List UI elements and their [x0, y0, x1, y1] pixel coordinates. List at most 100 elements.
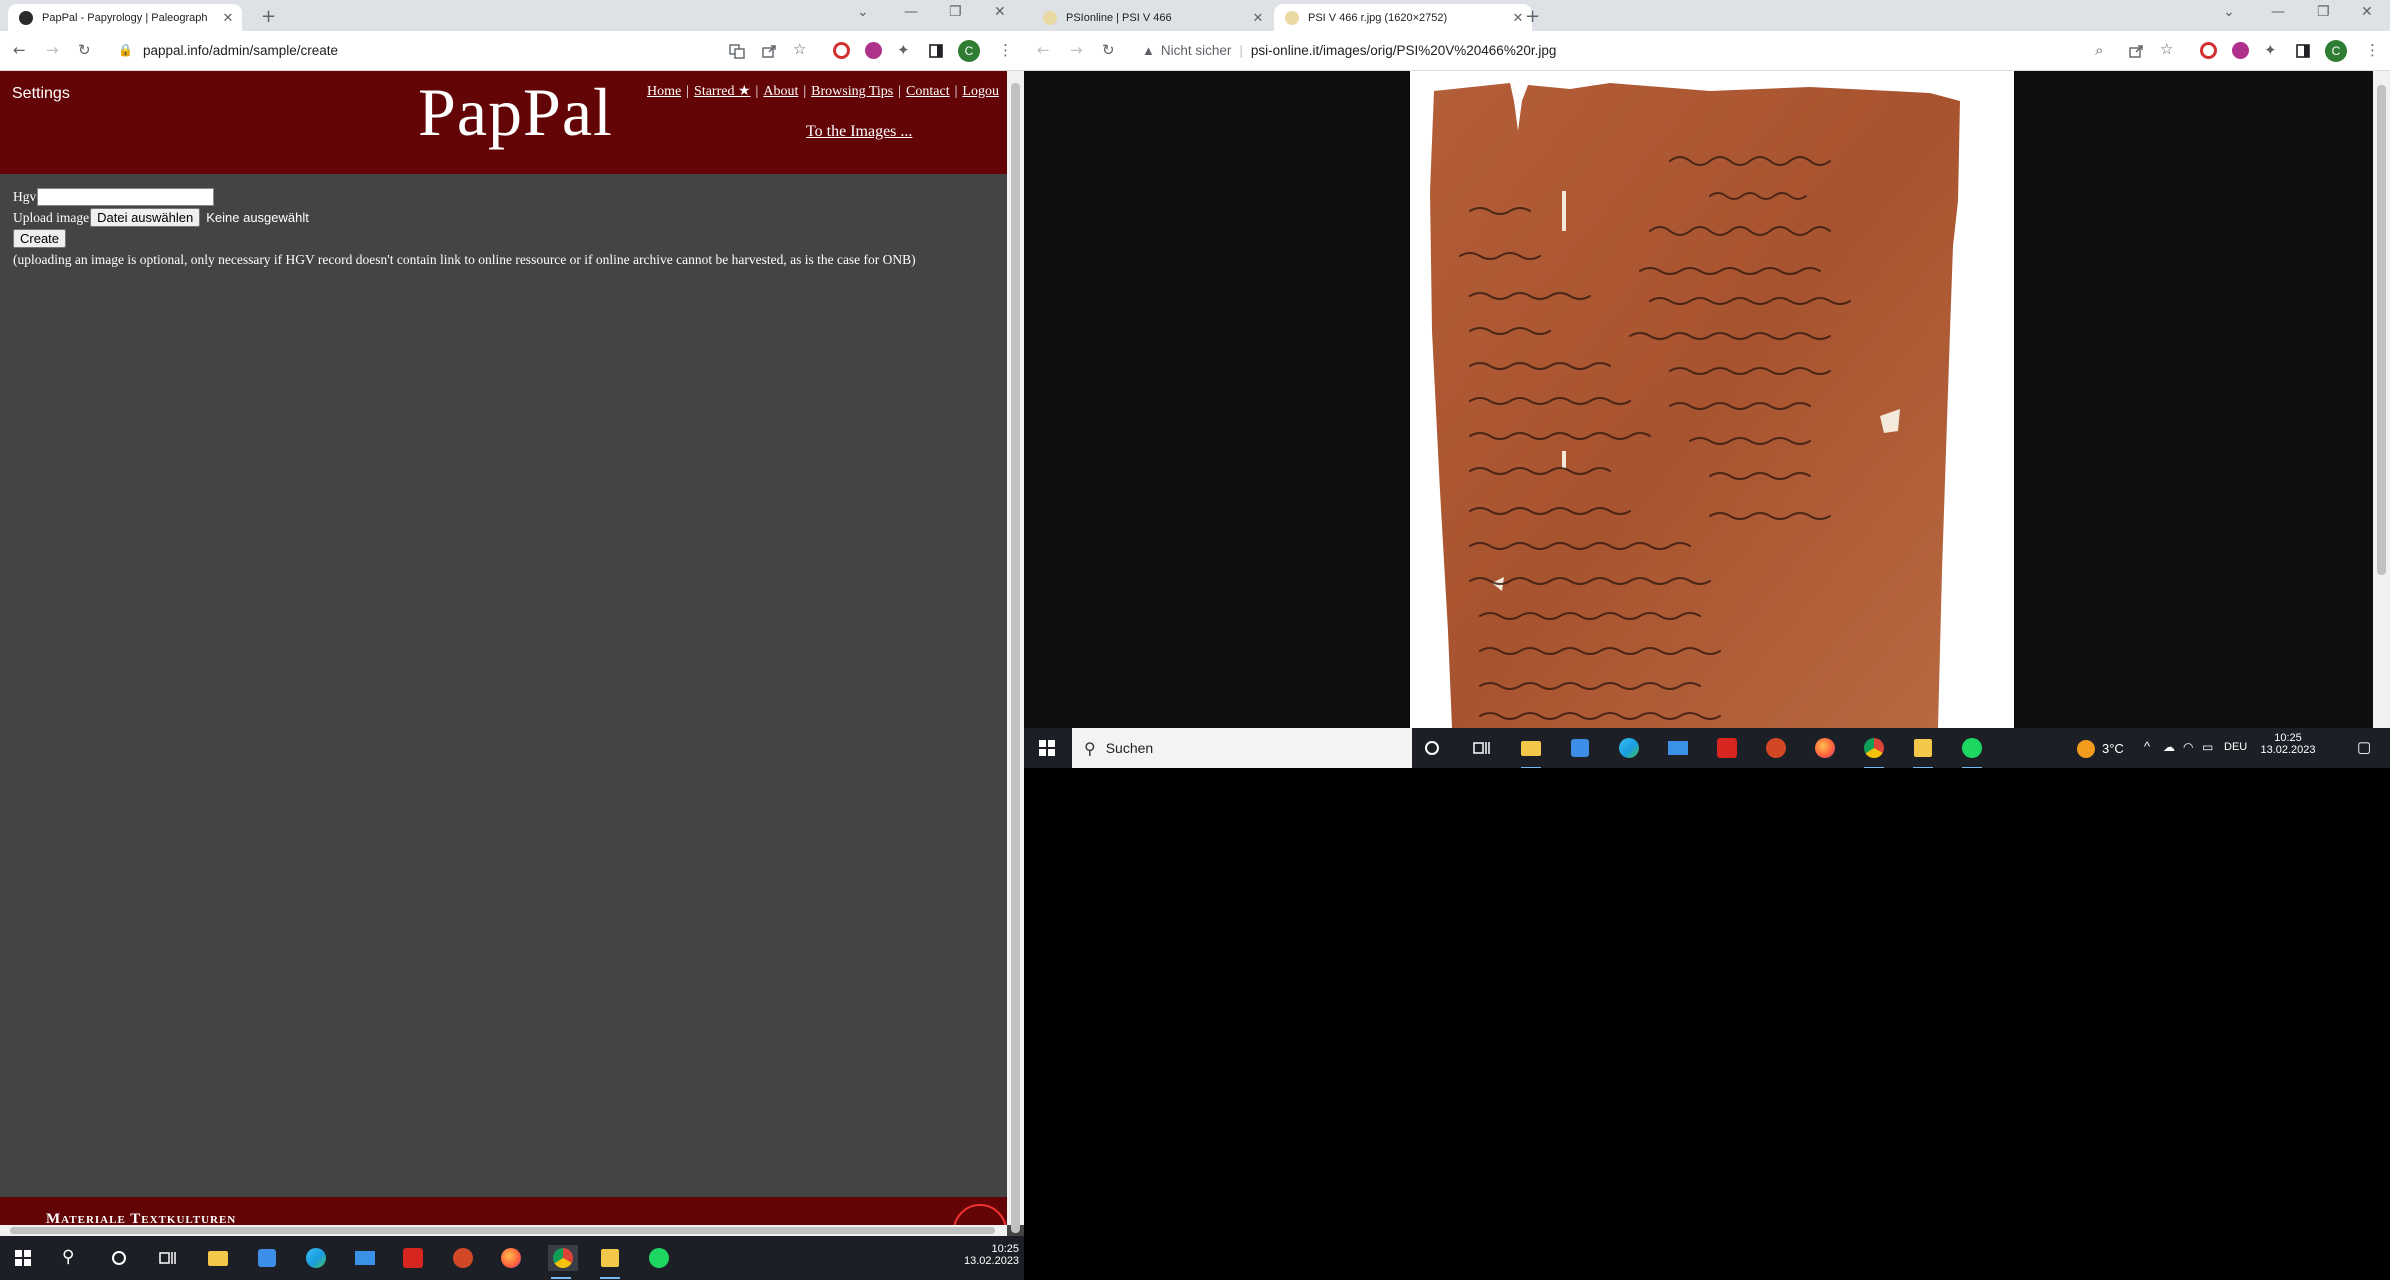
new-tab-icon[interactable]: +	[1525, 6, 1540, 27]
bookmark-star-icon[interactable]: ☆	[2160, 40, 2173, 58]
spotify-icon[interactable]	[1959, 735, 1985, 768]
profile-avatar[interactable]: C	[958, 40, 980, 62]
close-window-icon[interactable]: ✕	[994, 4, 1006, 20]
bookmark-star-icon[interactable]: ☆	[793, 40, 806, 58]
task-view-icon[interactable]	[159, 1250, 176, 1266]
hgv-input[interactable]	[37, 187, 215, 206]
nav-browsing-tips[interactable]: Browsing Tips	[811, 84, 893, 99]
tab-pappal[interactable]: PapPal - Papyrology | Paleograph ✕	[8, 4, 242, 31]
network-wifi-icon[interactable]: ◠	[2183, 740, 2193, 754]
tray-onedrive-icon[interactable]: ☁	[2163, 740, 2175, 754]
extension-red-icon[interactable]	[833, 42, 850, 59]
chevron-down-icon[interactable]: ⌄	[857, 4, 869, 20]
close-tab-icon[interactable]: ✕	[1510, 10, 1526, 26]
side-panel-icon[interactable]	[2295, 43, 2311, 59]
reload-icon[interactable]: ↻	[78, 41, 91, 59]
edge-icon[interactable]	[303, 1245, 329, 1271]
create-button[interactable]: Create	[13, 229, 67, 248]
back-icon[interactable]: ←	[1037, 41, 1050, 59]
back-icon[interactable]: ←	[13, 41, 26, 59]
left-clock[interactable]: 10:25 13.02.2023	[964, 1243, 1019, 1267]
menu-kebab-icon[interactable]: ⋮	[2365, 41, 2380, 59]
task-view-icon[interactable]	[1473, 740, 1490, 756]
store-icon[interactable]	[254, 1245, 280, 1271]
menu-kebab-icon[interactable]: ⋮	[998, 41, 1013, 59]
address-bar[interactable]: 🔒 pappal.info/admin/sample/create	[106, 35, 806, 65]
right-vertical-scrollbar[interactable]	[2373, 71, 2390, 728]
mail-icon[interactable]	[1665, 735, 1691, 761]
zoom-icon[interactable]: ⌕	[2095, 41, 2103, 59]
pappal-logo[interactable]: PapPal	[418, 73, 613, 152]
minimize-icon[interactable]: —	[904, 4, 918, 20]
security-label[interactable]: Nicht sicher	[1161, 43, 1232, 58]
share-icon[interactable]	[761, 43, 777, 59]
close-tab-icon[interactable]: ✕	[1250, 10, 1266, 26]
close-window-icon[interactable]: ✕	[2361, 4, 2373, 20]
to-the-images-link[interactable]: To the Images ...	[806, 123, 912, 141]
translate-icon[interactable]	[729, 43, 745, 59]
left-horizontal-scrollbar[interactable]	[0, 1225, 1007, 1236]
nav-starred[interactable]: Starred ★	[694, 84, 750, 99]
forward-icon[interactable]: →	[46, 41, 59, 59]
close-tab-icon[interactable]: ✕	[220, 10, 236, 26]
extension-purple-icon[interactable]	[865, 42, 882, 59]
chrome-taskbar-icon[interactable]	[548, 1245, 578, 1279]
restore-icon[interactable]: ❐	[949, 4, 962, 20]
chrome-taskbar-icon[interactable]	[1861, 735, 1887, 768]
windows-start-icon[interactable]	[1039, 740, 1055, 756]
reload-icon[interactable]: ↻	[1102, 41, 1115, 59]
nav-home[interactable]: Home	[647, 84, 681, 99]
left-vertical-scrollbar[interactable]	[1007, 71, 1024, 1233]
extensions-puzzle-icon[interactable]: ✦	[897, 41, 910, 59]
profile-avatar[interactable]: C	[2325, 40, 2347, 62]
acrobat-icon[interactable]	[1714, 735, 1740, 761]
restore-icon[interactable]: ❐	[2317, 4, 2330, 20]
file-status: Keine ausgewählt	[206, 210, 309, 225]
nav-about[interactable]: About	[763, 84, 798, 99]
taskbar-search-box[interactable]: ⚲ Suchen	[1072, 728, 1412, 768]
battery-icon[interactable]: ▭	[2202, 740, 2213, 754]
powerpoint-icon[interactable]	[1763, 735, 1789, 761]
share-icon[interactable]	[2128, 43, 2144, 59]
chevron-down-icon[interactable]: ⌄	[2223, 4, 2235, 20]
notifications-icon[interactable]: ▢	[2357, 738, 2371, 756]
tab-psi-image[interactable]: PSI V 466 r.jpg (1620×2752) ✕	[1274, 4, 1532, 31]
cortana-icon[interactable]	[111, 1250, 127, 1266]
extension-purple-icon[interactable]	[2232, 42, 2249, 59]
tray-chevron-up-icon[interactable]: ^	[2144, 739, 2150, 754]
file-explorer-icon[interactable]	[1518, 735, 1544, 768]
extension-red-icon[interactable]	[2200, 42, 2217, 59]
cortana-icon[interactable]	[1424, 740, 1440, 756]
file-manager-icon[interactable]	[597, 1245, 623, 1279]
search-icon[interactable]: ⚲	[62, 1247, 74, 1267]
new-tab-icon[interactable]: +	[261, 6, 276, 27]
extensions-puzzle-icon[interactable]: ✦	[2264, 41, 2277, 59]
address-bar[interactable]: ▲ Nicht sicher | psi-online.it/images/or…	[1130, 35, 2030, 65]
windows-start-icon[interactable]	[15, 1250, 31, 1266]
powerpoint-icon[interactable]	[450, 1245, 476, 1271]
edge-icon[interactable]	[1616, 735, 1642, 761]
nav-logout[interactable]: Logou	[962, 84, 999, 99]
choose-file-button[interactable]: Datei auswählen	[90, 208, 201, 227]
side-panel-icon[interactable]	[928, 43, 944, 59]
right-clock[interactable]: 10:25 13.02.2023	[2260, 732, 2316, 756]
mail-icon[interactable]	[352, 1245, 378, 1271]
nav-contact[interactable]: Contact	[906, 84, 950, 99]
left-browser-window: PapPal - Papyrology | Paleograph ✕ + ⌄ —…	[0, 0, 1024, 1236]
language-indicator[interactable]: DEU	[2224, 741, 2247, 753]
acrobat-icon[interactable]	[400, 1245, 426, 1271]
settings-link[interactable]: Settings	[12, 85, 70, 103]
firefox-icon[interactable]	[1812, 735, 1838, 761]
file-explorer-icon[interactable]	[205, 1245, 231, 1271]
tab-psionline[interactable]: PSIonline | PSI V 466 ✕	[1032, 4, 1272, 31]
papyrus-image-frame	[1410, 71, 2014, 728]
forward-icon[interactable]: →	[1070, 41, 1083, 59]
spotify-icon[interactable]	[646, 1245, 672, 1271]
weather-sun-icon[interactable]	[2077, 740, 2095, 758]
weather-temp[interactable]: 3°C	[2102, 741, 2124, 756]
store-icon[interactable]	[1567, 735, 1593, 761]
file-manager-icon[interactable]	[1910, 735, 1936, 768]
firefox-icon[interactable]	[498, 1245, 524, 1271]
papyrus-image[interactable]	[1410, 71, 2014, 728]
minimize-icon[interactable]: —	[2271, 4, 2285, 20]
